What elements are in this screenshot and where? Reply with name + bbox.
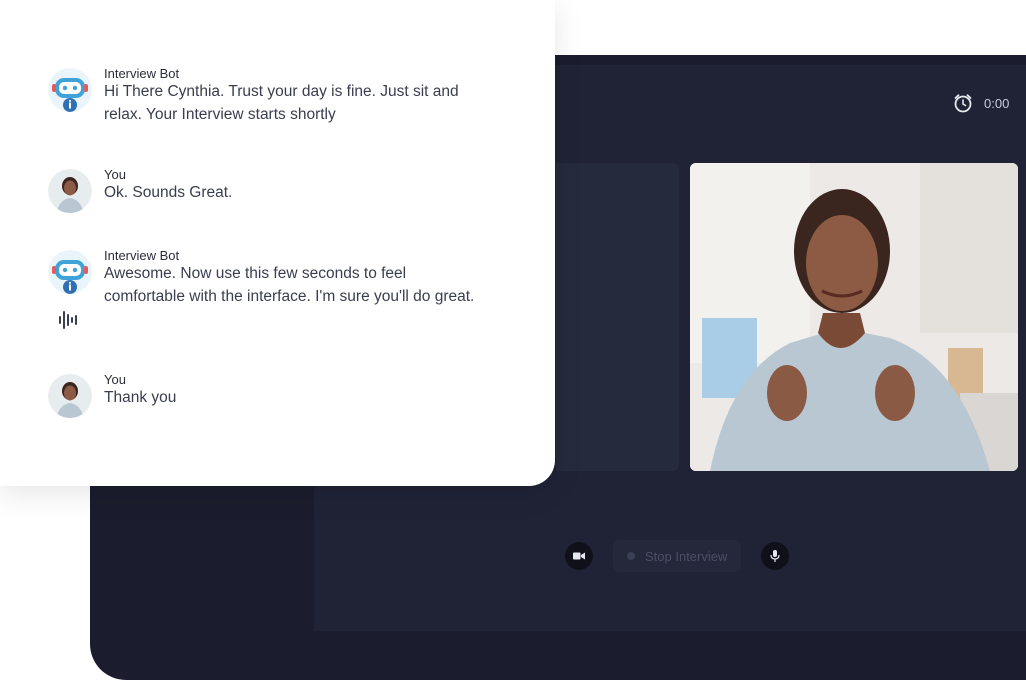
bot-video-panel xyxy=(556,163,679,471)
message-text: Awesome. Now use this few seconds to fee… xyxy=(104,265,475,305)
message-sender: Interview Bot xyxy=(104,66,180,81)
user-avatar xyxy=(48,169,92,213)
message-text: Thank you xyxy=(104,389,177,406)
audio-wave-icon xyxy=(59,311,77,329)
candidate-video xyxy=(690,163,1018,471)
microphone-toggle-button[interactable] xyxy=(761,542,790,570)
stop-interview-button[interactable]: Stop Interview xyxy=(613,540,742,572)
chat-message: Interview Bot Hi There Cynthia. Trust yo… xyxy=(48,66,476,126)
message-text: Hi There Cynthia. Trust your day is fine… xyxy=(104,83,459,123)
timer-value: 0:00 xyxy=(984,95,1010,111)
call-controls: Stop Interview xyxy=(565,540,790,572)
video-camera-icon xyxy=(573,552,585,560)
microphone-icon xyxy=(770,550,780,562)
user-avatar xyxy=(48,374,92,418)
chat-message: You Ok. Sounds Great. xyxy=(48,167,476,213)
chat-message: Interview Bot Awesome. Now use this few … xyxy=(48,248,476,308)
timer: 0:00 xyxy=(952,92,1009,114)
message-text: Ok. Sounds Great. xyxy=(104,184,233,201)
alarm-clock-icon xyxy=(954,94,972,113)
robot-avatar xyxy=(48,250,92,294)
camera-toggle-button[interactable] xyxy=(565,542,593,570)
chat-message: You Thank you xyxy=(48,372,476,418)
chat-panel: Interview Bot Hi There Cynthia. Trust yo… xyxy=(0,0,555,486)
stop-dot-icon xyxy=(627,552,635,560)
message-sender: You xyxy=(104,167,126,182)
message-sender: Interview Bot xyxy=(104,248,180,263)
robot-avatar xyxy=(48,68,92,112)
stop-interview-label: Stop Interview xyxy=(645,548,728,564)
message-sender: You xyxy=(104,372,126,387)
